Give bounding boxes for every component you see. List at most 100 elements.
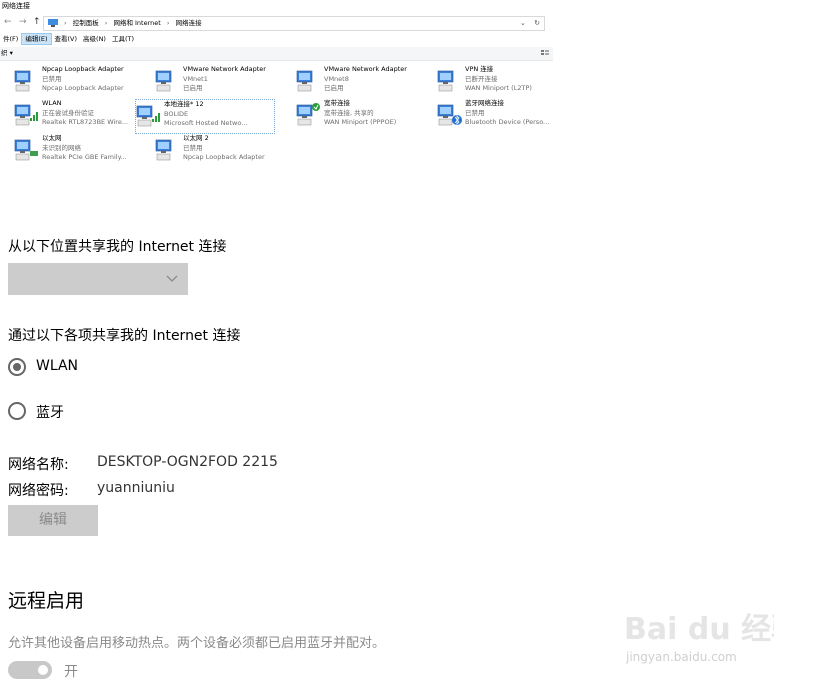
connection-device: 已启用 (183, 84, 203, 92)
connection-device: 已启用 (324, 84, 344, 92)
connection-item[interactable]: 以太网 2 已禁用 Npcap Loopback Adapter (155, 134, 283, 167)
radio-wlan-label[interactable]: WLAN (36, 358, 78, 374)
connection-status: VMnet1 (183, 74, 208, 83)
breadcrumb: › 控制面板 › 网络和 Internet › 网络连接 (64, 17, 206, 30)
connection-status: 已禁用 (183, 143, 203, 152)
connection-text: WLAN 正在尝试身份验证 Realtek RTL8723BE Wire... (42, 99, 142, 128)
toggle-knob (38, 665, 48, 675)
connection-device: Npcap Loopback Adapter (42, 84, 124, 92)
network-password-label: 网络密码: (8, 483, 69, 499)
connection-text: 本地连接* 12 BOLIDE Microsoft Hosted Netwo... (164, 100, 264, 129)
connection-device: WAN Miniport (PPPOE) (324, 118, 397, 126)
network-adapter-icon (155, 139, 172, 161)
menu-bar: 件(F) 编辑(E) 查看(V) 高级(N) 工具(T) (0, 33, 553, 45)
chevron-right-icon: › (64, 19, 67, 27)
breadcrumb-network-internet[interactable]: 网络和 Internet (113, 19, 160, 27)
connection-name: VPN 连接 (465, 65, 494, 73)
connection-status: 正在尝试身份验证 (42, 108, 94, 117)
connection-device: Microsoft Hosted Netwo... (164, 119, 248, 127)
connection-item[interactable]: 以太网 未识别的网络 Realtek PCIe GBE Family... (14, 134, 142, 167)
network-password-value: yuanniuniu (97, 480, 175, 496)
connection-text: VMware Network Adapter VMnet8 已启用 (324, 65, 424, 94)
network-adapter-icon (14, 70, 31, 92)
network-name-value: DESKTOP-OGN2FOD 2215 (97, 454, 278, 470)
share-over-label: 通过以下各项共享我的 Internet 连接 (8, 328, 241, 344)
network-connections-window: 网络连接 ← → ↑ › 控制面板 › 网络和 Internet › 网络连接 … (0, 0, 553, 172)
breadcrumb-network-connections[interactable]: 网络连接 (176, 19, 202, 27)
connection-text: 以太网 2 已禁用 Npcap Loopback Adapter (183, 134, 283, 163)
remote-enable-description: 允许其他设备启用移动热点。两个设备必须都已启用蓝牙并配对。 (8, 636, 386, 651)
menu-advanced[interactable]: 高级(N) (80, 33, 109, 45)
share-from-label: 从以下位置共享我的 Internet 连接 (8, 239, 227, 255)
connection-name: 蓝牙网络连接 (465, 99, 504, 107)
connection-status: VMnet8 (324, 74, 349, 83)
connection-device: Realtek PCIe GBE Family... (42, 153, 127, 161)
forward-button[interactable]: → (19, 17, 27, 27)
connection-item[interactable]: VPN 连接 已断开连接 WAN Miniport (L2TP) (437, 65, 553, 98)
address-row: ← → ↑ › 控制面板 › 网络和 Internet › 网络连接 ⌄ ↻ (0, 14, 553, 31)
connection-status: 已禁用 (465, 108, 485, 117)
connection-item[interactable]: 蓝牙网络连接 已禁用 Bluetooth Device (Perso... (437, 99, 553, 132)
up-button[interactable]: ↑ (33, 17, 41, 27)
ethernet-adapter-icon (14, 139, 38, 161)
vpn-icon (437, 70, 454, 92)
watermark-url: jingyan.baidu.com (626, 650, 737, 664)
connection-name: 宽带连接 (324, 99, 350, 107)
broadband-icon (296, 103, 320, 126)
connection-text: VPN 连接 已断开连接 WAN Miniport (L2TP) (465, 65, 553, 94)
menu-file[interactable]: 件(F) (0, 33, 21, 45)
command-bar: 织 ▾ (0, 47, 553, 61)
connection-text: 蓝牙网络连接 已禁用 Bluetooth Device (Perso... (465, 99, 553, 128)
network-adapter-icon (155, 70, 172, 92)
connection-text: 以太网 未识别的网络 Realtek PCIe GBE Family... (42, 134, 142, 163)
network-adapter-icon (296, 70, 313, 92)
refresh-icon[interactable]: ↻ (534, 19, 540, 27)
connection-item[interactable]: 本地连接* 12 BOLIDE Microsoft Hosted Netwo... (135, 99, 275, 134)
window-title: 网络连接 (2, 2, 30, 10)
back-button[interactable]: ← (4, 17, 12, 27)
connection-text: 宽带连接 宽带连接, 共享的 WAN Miniport (PPPOE) (324, 99, 424, 128)
menu-view[interactable]: 查看(V) (52, 33, 81, 45)
connection-text: Npcap Loopback Adapter 已禁用 Npcap Loopback … (42, 65, 142, 94)
connection-item[interactable]: WLAN 正在尝试身份验证 Realtek RTL8723BE Wire... (14, 99, 142, 132)
connection-status: BOLIDE (164, 109, 189, 118)
share-from-dropdown[interactable] (8, 263, 188, 295)
connection-device: Npcap Loopback Adapter (183, 153, 265, 161)
connection-name: VMware Network Adapter (324, 65, 407, 73)
connection-item[interactable]: VMware Network Adapter VMnet8 已启用 (296, 65, 424, 98)
connection-status: 已断开连接 (465, 74, 498, 83)
connection-name: VMware Network Adapter (183, 65, 266, 73)
chevron-right-icon: › (166, 19, 170, 27)
connection-status: 已禁用 (42, 74, 62, 83)
connection-item[interactable]: 宽带连接 宽带连接, 共享的 WAN Miniport (PPPOE) (296, 99, 424, 132)
bluetooth-adapter-icon (437, 104, 462, 126)
radio-selected-dot (13, 363, 21, 371)
connection-item[interactable]: Npcap Loopback Adapter 已禁用 Npcap Loopback … (14, 65, 142, 98)
radio-bluetooth[interactable] (8, 402, 26, 420)
address-bar[interactable]: › 控制面板 › 网络和 Internet › 网络连接 ⌄ ↻ (43, 16, 545, 31)
chevron-right-icon: › (104, 19, 108, 27)
wifi-adapter-icon (14, 104, 38, 126)
organize-button[interactable]: 织 ▾ (0, 49, 13, 57)
connection-name: 本地连接* 12 (164, 100, 204, 108)
connection-name: WLAN (42, 99, 62, 107)
radio-wlan[interactable] (8, 358, 26, 376)
edit-button[interactable]: 编辑 (8, 505, 98, 536)
menu-tools[interactable]: 工具(T) (109, 33, 137, 45)
connection-status: 宽带连接, 共享的 (324, 108, 374, 117)
remote-enable-toggle[interactable] (8, 661, 52, 679)
connection-name: Npcap Loopback Adapter (42, 65, 124, 73)
watermark-logo-text: Bai du 经验 (624, 612, 774, 647)
connection-device: WAN Miniport (L2TP) (465, 84, 532, 92)
radio-bluetooth-label[interactable]: 蓝牙 (36, 402, 64, 422)
address-tools: ⌄ ↻ (520, 17, 540, 30)
connection-item[interactable]: VMware Network Adapter VMnet1 已启用 (155, 65, 283, 98)
address-dropdown-icon[interactable]: ⌄ (520, 19, 526, 27)
connection-status: 未识别的网络 (42, 143, 81, 152)
connection-device: Realtek RTL8723BE Wire... (42, 118, 129, 126)
view-options-icon[interactable] (541, 50, 549, 57)
wifi-adapter-icon (136, 105, 160, 127)
breadcrumb-control-panel[interactable]: 控制面板 (73, 19, 99, 27)
menu-edit[interactable]: 编辑(E) (21, 33, 52, 45)
remote-enable-heading: 远程启用 (8, 590, 85, 612)
